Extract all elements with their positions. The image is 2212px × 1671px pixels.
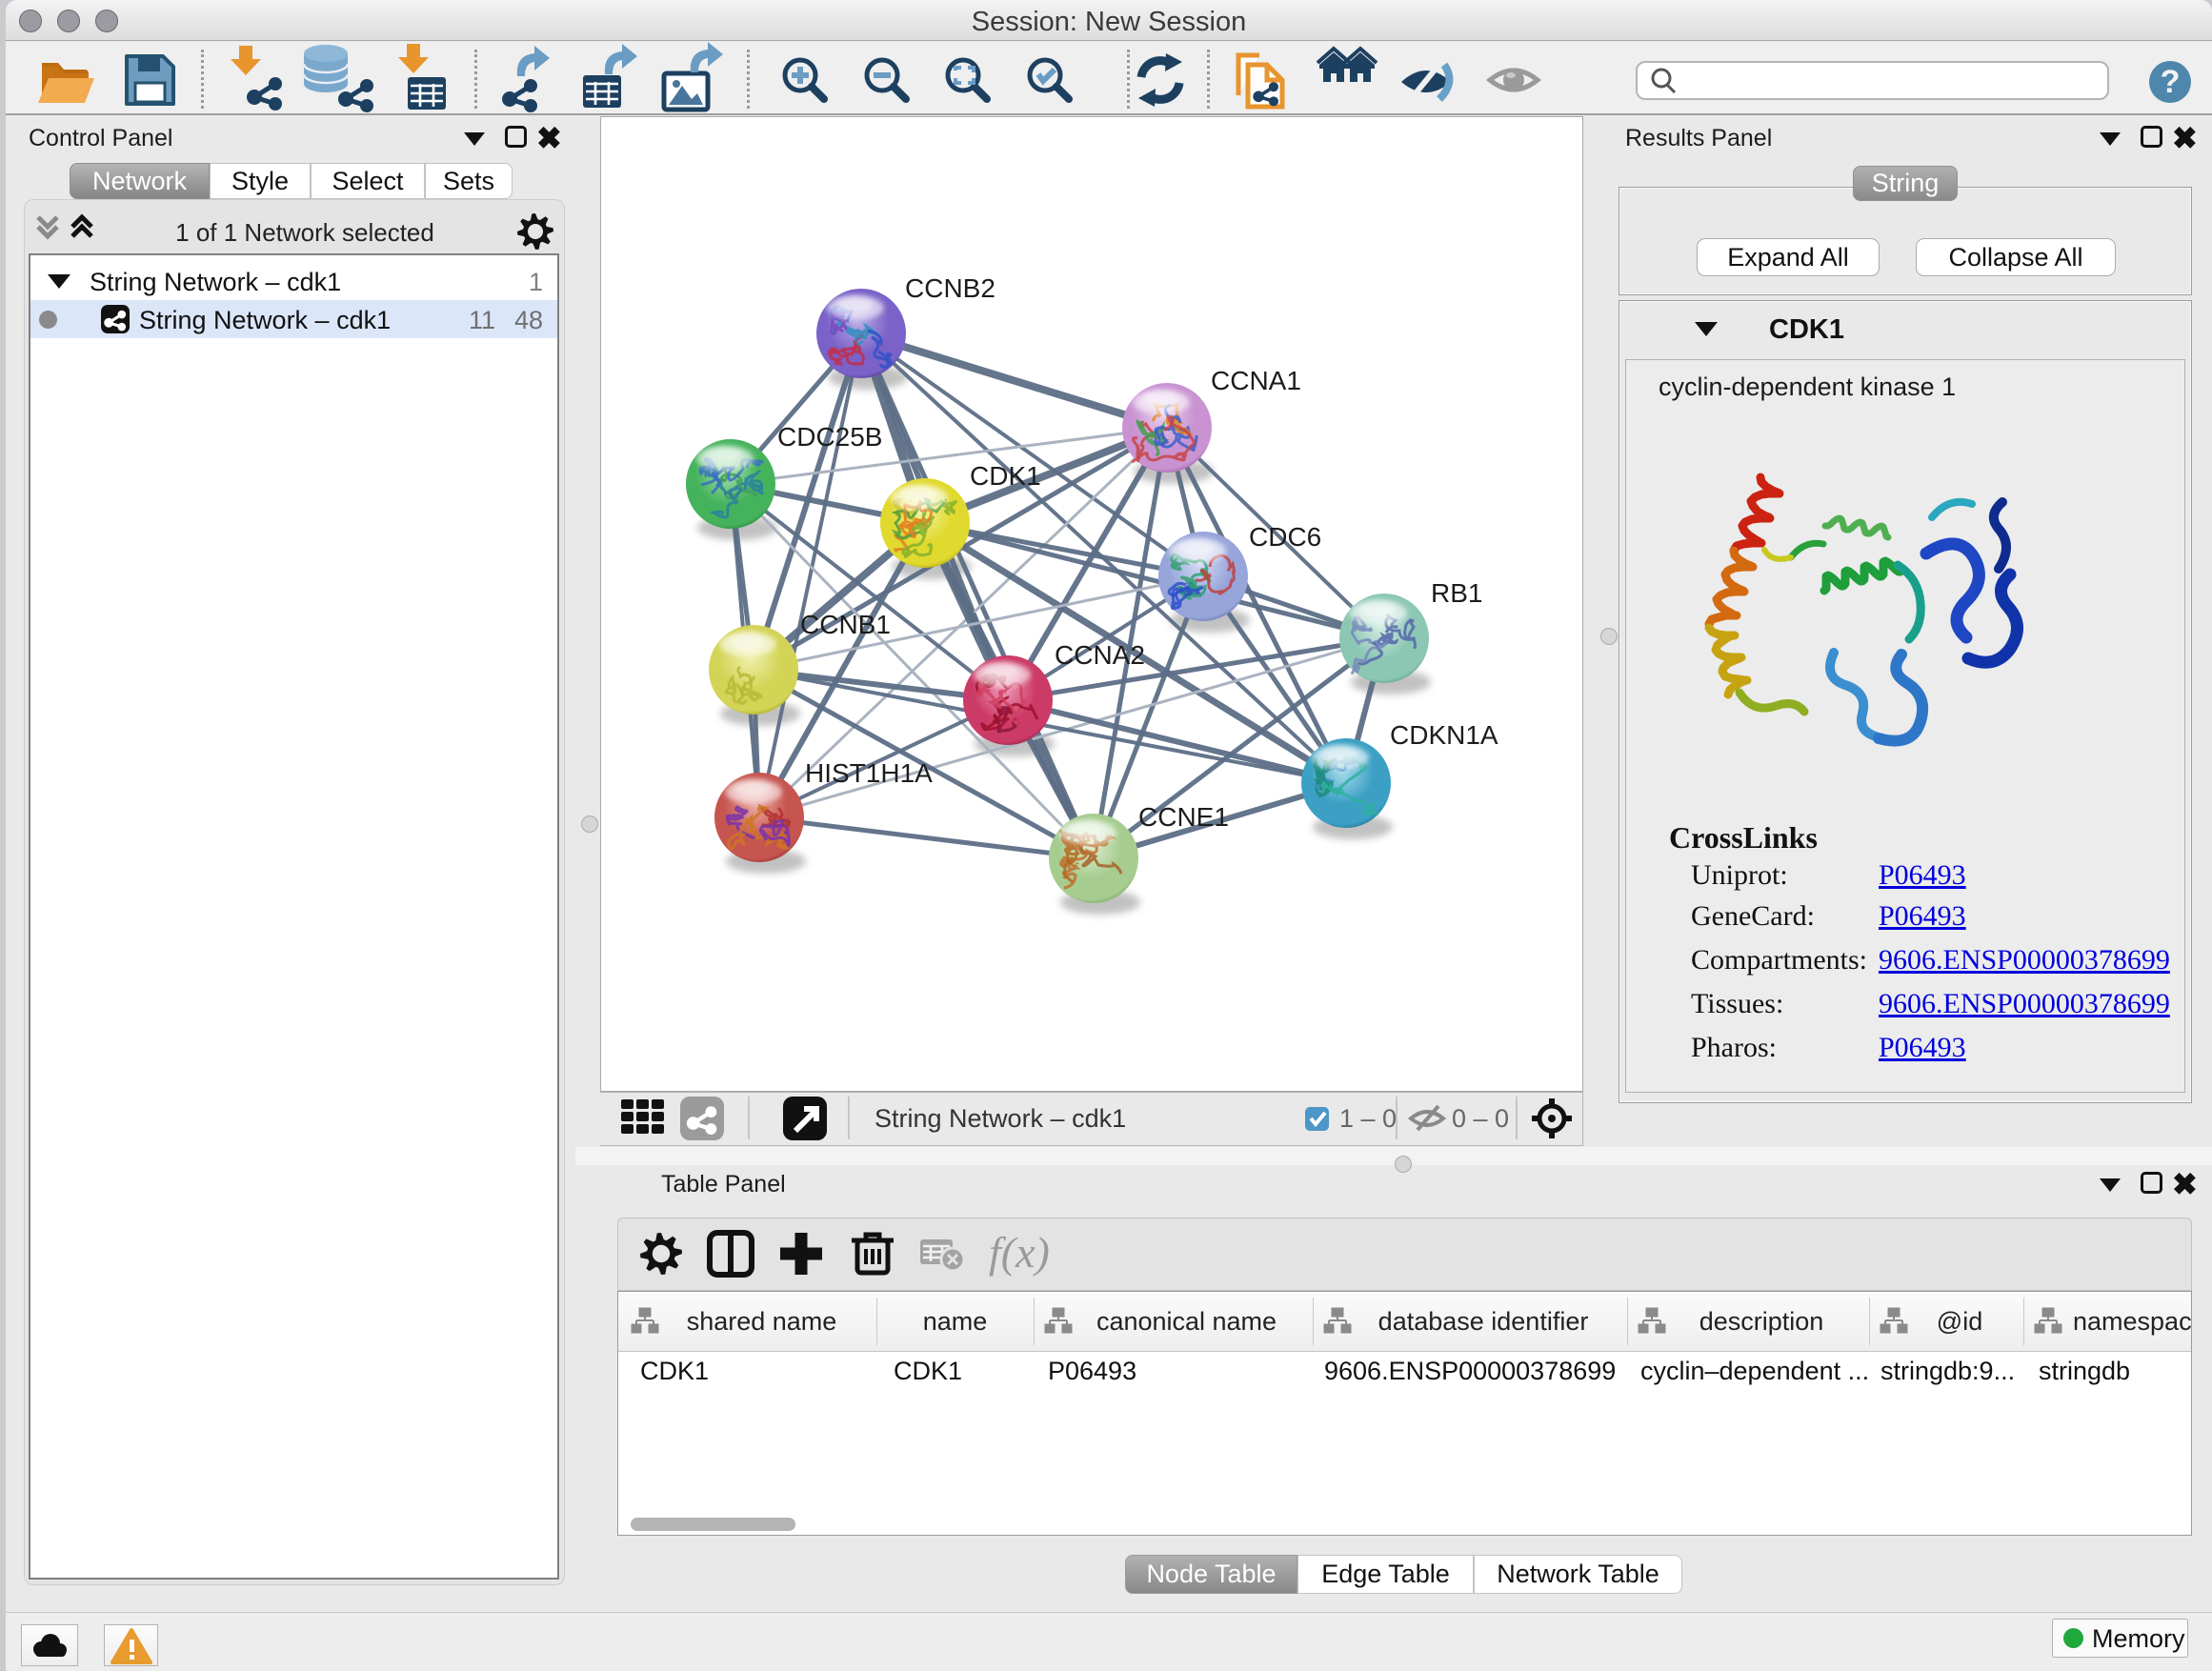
svg-text:CCNE1: CCNE1 bbox=[1138, 802, 1229, 832]
svg-text:CDK1: CDK1 bbox=[970, 461, 1041, 491]
svg-text:description: description bbox=[1699, 1307, 1824, 1336]
svg-text:namespace: namespace bbox=[2073, 1307, 2192, 1336]
svg-text:CCNA1: CCNA1 bbox=[1211, 366, 1301, 395]
svg-text:0 – 0: 0 – 0 bbox=[1452, 1104, 1509, 1133]
svg-text:name: name bbox=[923, 1307, 988, 1336]
svg-text:CDC25B: CDC25B bbox=[777, 422, 882, 452]
svg-text:RB1: RB1 bbox=[1431, 578, 1482, 608]
svg-text:CCNA2: CCNA2 bbox=[1055, 640, 1145, 670]
svg-text:1 of 1 Network selected: 1 of 1 Network selected bbox=[175, 218, 434, 247]
svg-text:String Network – cdk1: String Network – cdk1 bbox=[875, 1104, 1126, 1133]
svg-text:CCNB1: CCNB1 bbox=[800, 610, 891, 639]
svg-text:CDC6: CDC6 bbox=[1249, 522, 1321, 552]
svg-text:canonical name: canonical name bbox=[1096, 1307, 1277, 1336]
svg-text:HIST1H1A: HIST1H1A bbox=[805, 758, 933, 788]
svg-text:CDKN1A: CDKN1A bbox=[1390, 720, 1498, 750]
svg-text:@id: @id bbox=[1937, 1307, 1982, 1336]
svg-text:f(x): f(x) bbox=[989, 1228, 1050, 1277]
svg-text:shared name: shared name bbox=[687, 1307, 837, 1336]
svg-text:1 – 0: 1 – 0 bbox=[1339, 1104, 1397, 1133]
svg-text:CCNB2: CCNB2 bbox=[905, 273, 995, 303]
svg-text:database identifier: database identifier bbox=[1378, 1307, 1589, 1336]
